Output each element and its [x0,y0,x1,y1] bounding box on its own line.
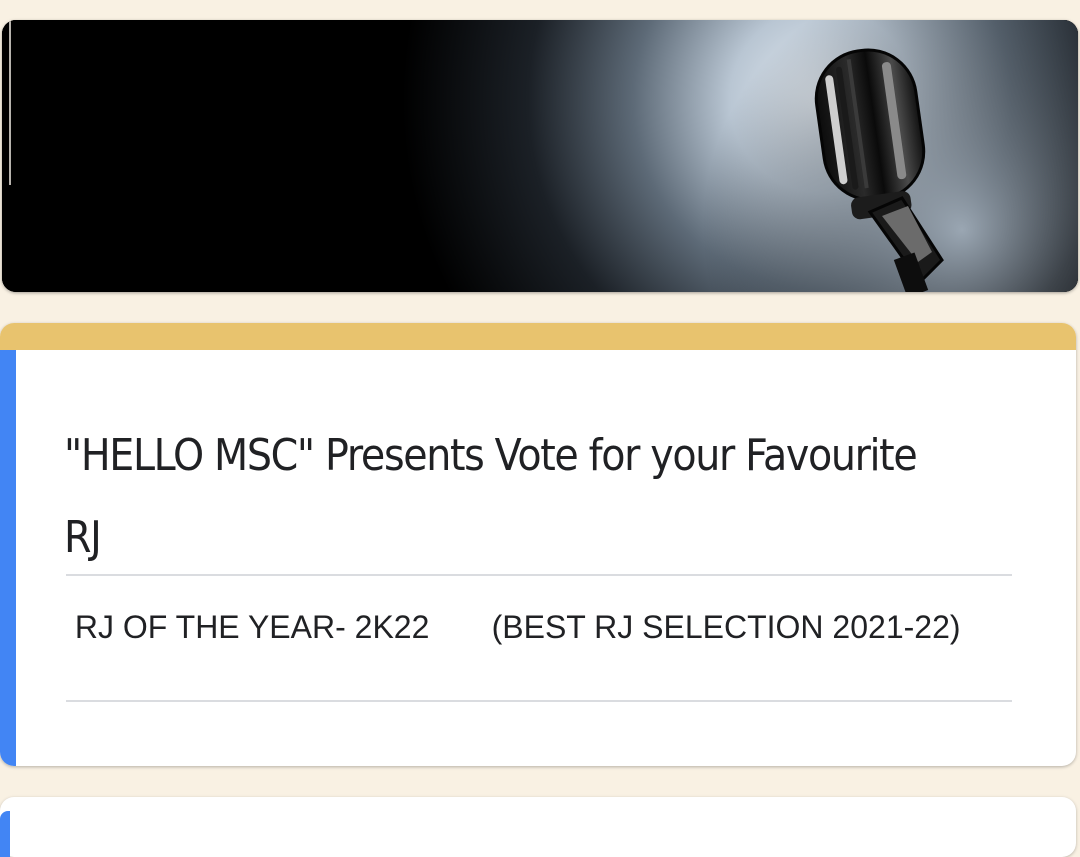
page-edge-mark [2,20,11,185]
theme-accent-bar [0,323,1076,350]
form-title-card: "HELLO MSC" Presents Vote for your Favou… [0,323,1076,766]
form-description: RJ OF THE YEAR- 2K22 (BEST RJ SELECTION … [66,609,961,645]
next-question-card[interactable] [0,797,1076,857]
form-title: "HELLO MSC" Presents Vote for your Favou… [64,430,918,563]
focus-indicator-bar [0,350,16,766]
title-divider [66,574,1012,576]
description-divider [66,700,1012,702]
microphone-image [2,20,1078,292]
next-card-focus-bar [0,811,10,857]
previous-content-edge [0,0,1080,14]
form-header-image [2,20,1078,292]
